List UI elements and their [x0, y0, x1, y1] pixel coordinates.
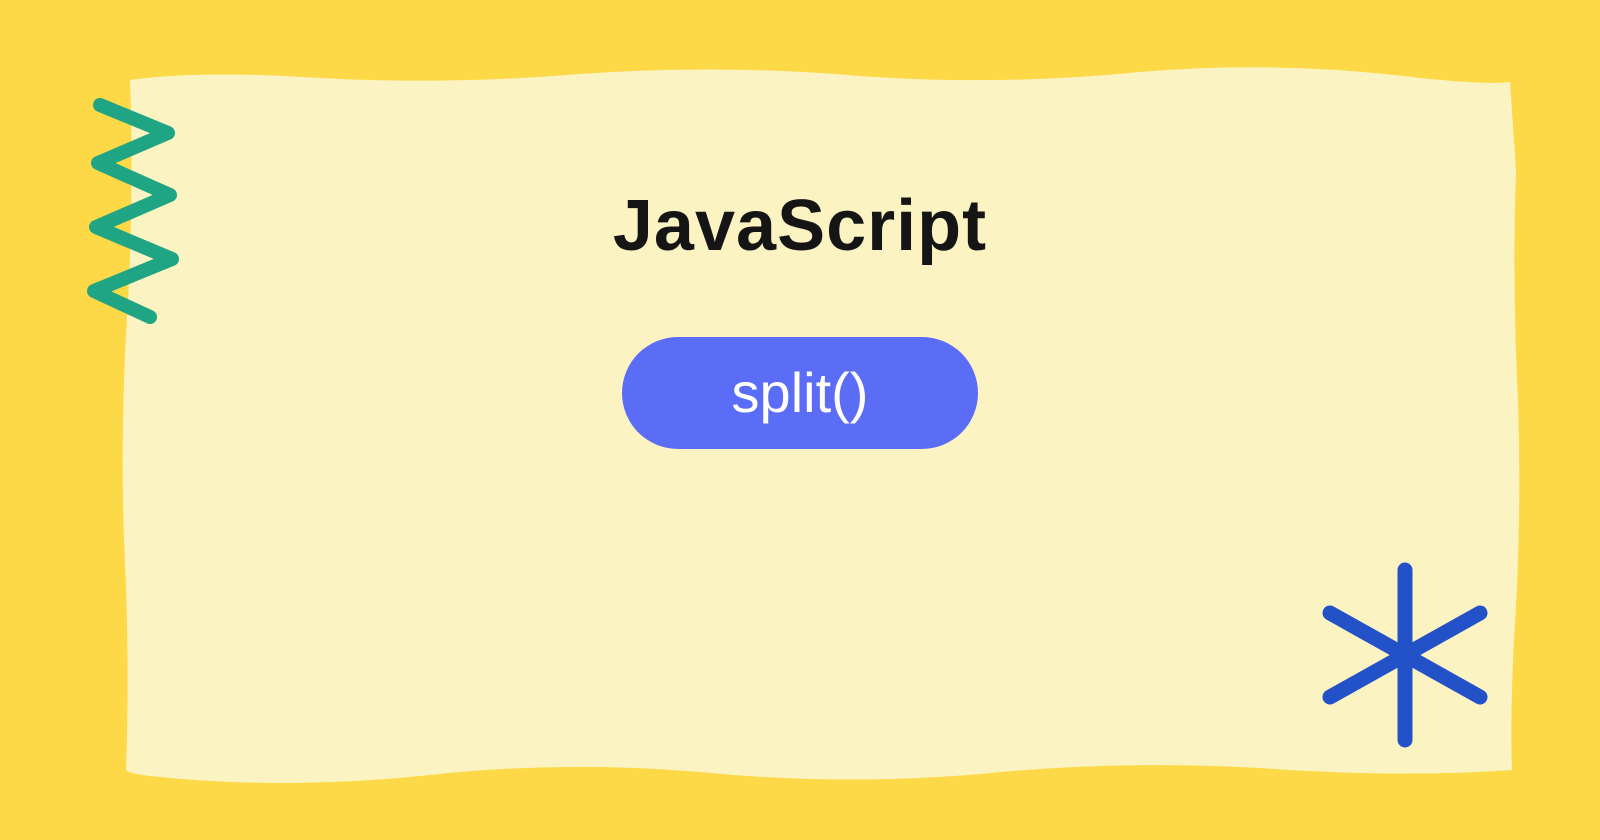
zigzag-decoration: [80, 95, 190, 325]
asterisk-decoration: [1305, 555, 1505, 755]
page-title: JavaScript: [613, 185, 987, 267]
method-pill: split(): [622, 337, 979, 449]
